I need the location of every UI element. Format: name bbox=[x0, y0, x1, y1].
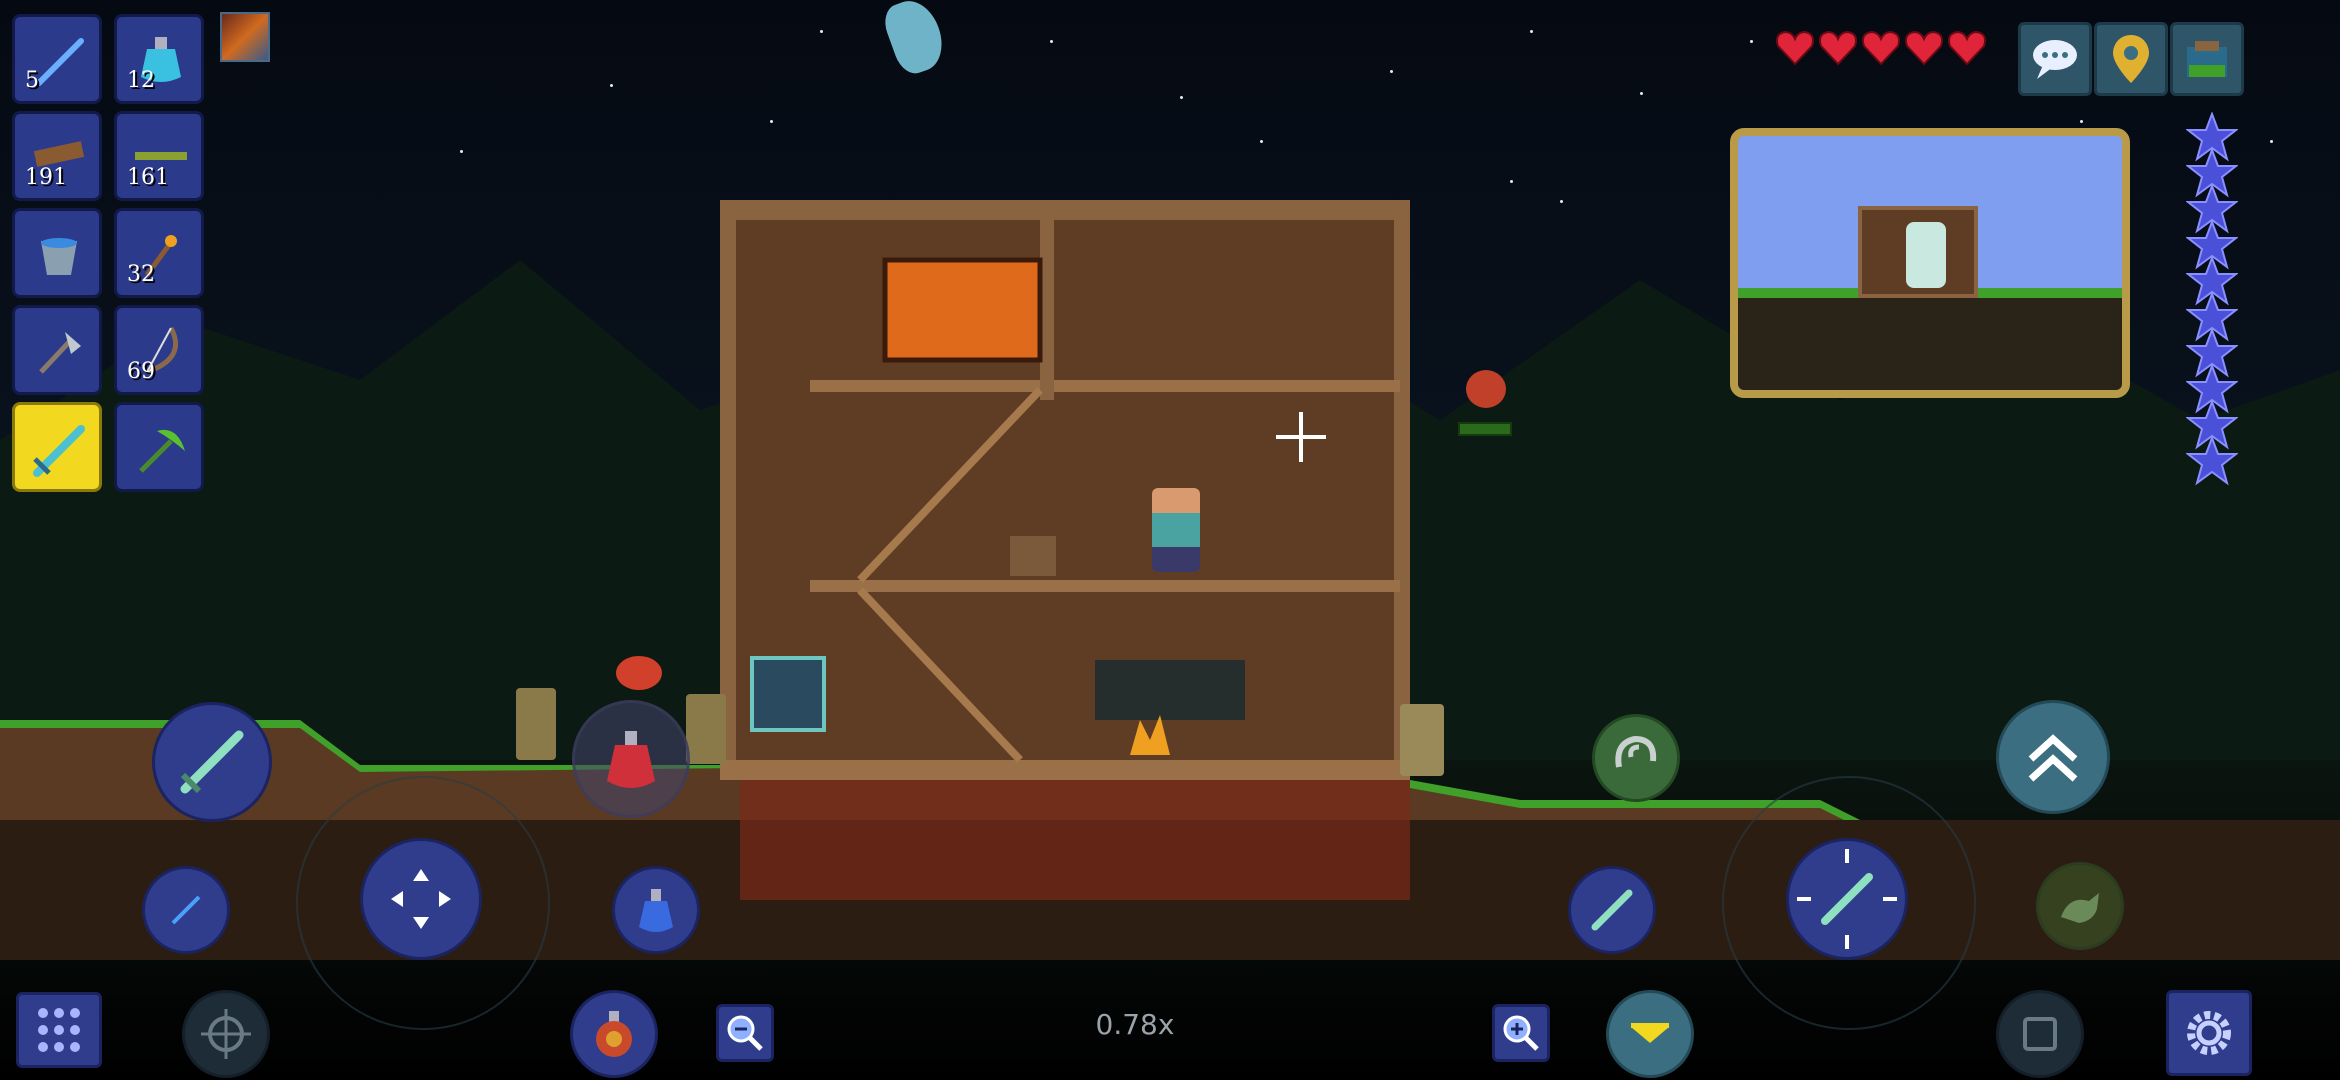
heart-icon bbox=[1903, 28, 1945, 72]
hotbar-slot[interactable] bbox=[114, 402, 204, 492]
grapple-button[interactable] bbox=[1592, 714, 1680, 802]
sword-icon bbox=[180, 730, 244, 794]
copper-axe-icon bbox=[39, 332, 81, 374]
mana-potion-icon bbox=[639, 889, 673, 932]
wand-icon bbox=[171, 895, 201, 925]
chat-icon bbox=[2033, 40, 2077, 79]
heart-icon bbox=[1860, 28, 1902, 72]
item-count: 191 bbox=[25, 165, 67, 190]
star bbox=[2080, 120, 2083, 123]
mount-button[interactable] bbox=[2036, 862, 2124, 950]
grid-icon bbox=[38, 1008, 80, 1052]
star bbox=[460, 150, 463, 153]
hotbar-slot[interactable]: 161 bbox=[114, 111, 204, 201]
map-pin-button[interactable] bbox=[2094, 22, 2168, 96]
chevron-down-icon bbox=[1631, 1023, 1669, 1043]
quick-mana-button[interactable] bbox=[612, 866, 700, 954]
campfire-buff-icon[interactable] bbox=[220, 12, 270, 62]
square-icon bbox=[2023, 1017, 2057, 1051]
settings-button[interactable] bbox=[2166, 990, 2252, 1076]
gear-icon bbox=[2187, 1011, 2231, 1055]
housing-button[interactable] bbox=[2170, 22, 2244, 96]
grappling-hook-icon bbox=[1615, 735, 1657, 768]
dpad-arrows-icon bbox=[391, 869, 451, 929]
item-count: 12 bbox=[127, 68, 155, 93]
star bbox=[1390, 70, 1393, 73]
crosshair-cursor bbox=[1276, 412, 1326, 462]
heart-icon bbox=[1774, 28, 1816, 72]
movement-joystick[interactable] bbox=[360, 838, 482, 960]
zoom-in-icon bbox=[1503, 1015, 1539, 1051]
star bbox=[610, 84, 613, 87]
star bbox=[1050, 40, 1053, 43]
minimap[interactable] bbox=[1730, 128, 2130, 398]
housing-banner[interactable] bbox=[750, 656, 826, 732]
minimap-terrain bbox=[1738, 296, 2122, 390]
quick-heal-button[interactable] bbox=[572, 700, 690, 818]
heart-icon bbox=[1817, 28, 1859, 72]
zoom-in-button[interactable] bbox=[1492, 1004, 1550, 1062]
mount-icon bbox=[2061, 893, 2099, 923]
hotbar-slot[interactable] bbox=[12, 402, 102, 492]
star bbox=[1510, 180, 1513, 183]
star bbox=[2270, 140, 2273, 143]
hotbar-slot[interactable] bbox=[12, 305, 102, 395]
map-pin-icon bbox=[2113, 35, 2149, 83]
star bbox=[1640, 92, 1643, 95]
player-character bbox=[1152, 488, 1200, 572]
zombie-enemy bbox=[686, 694, 726, 764]
hotbar-expand-button[interactable] bbox=[1606, 990, 1694, 1078]
demon-eye-enemy bbox=[1466, 370, 1506, 408]
use-item-button[interactable] bbox=[1568, 866, 1656, 954]
demon-eye-enemy bbox=[616, 656, 662, 690]
jump-button[interactable] bbox=[1996, 700, 2110, 814]
housing-icon bbox=[2187, 41, 2227, 77]
hotbar-slot[interactable]: 32 bbox=[114, 208, 204, 298]
zombie-enemy bbox=[516, 688, 556, 760]
quick-item-button[interactable] bbox=[142, 866, 230, 954]
mana-star-icon bbox=[2185, 435, 2239, 490]
enemy-health-bar bbox=[1458, 422, 1512, 436]
buff-potion-icon bbox=[596, 1011, 632, 1057]
hotbar-slot[interactable]: 12 bbox=[114, 14, 204, 104]
zoom-out-icon bbox=[727, 1015, 763, 1051]
attack-aim-joystick[interactable] bbox=[1786, 838, 1908, 960]
item-count: 32 bbox=[127, 262, 155, 287]
skeleton-enemy bbox=[1400, 704, 1444, 776]
quick-buff-button[interactable] bbox=[570, 990, 658, 1078]
star bbox=[820, 30, 823, 33]
zoom-level: 0.78x bbox=[1095, 1008, 1175, 1041]
hotbar-slot[interactable]: 191 bbox=[12, 111, 102, 201]
hotbar-slot[interactable] bbox=[12, 208, 102, 298]
double-chevron-up-icon bbox=[2028, 734, 2078, 782]
smart-cursor-button[interactable] bbox=[182, 990, 270, 1078]
minimap-player bbox=[1906, 222, 1946, 288]
star bbox=[770, 120, 773, 123]
hotbar-slot[interactable]: 5 bbox=[12, 14, 102, 104]
quick-attack-button[interactable] bbox=[152, 702, 272, 822]
sword-aim-icon bbox=[1797, 849, 1897, 949]
star bbox=[1530, 30, 1533, 33]
star bbox=[1260, 140, 1263, 143]
item-count: 5 bbox=[25, 68, 39, 93]
chat-button[interactable] bbox=[2018, 22, 2092, 96]
terra-blade-icon bbox=[33, 425, 85, 477]
heart-icon bbox=[1946, 28, 1988, 72]
star bbox=[1180, 96, 1183, 99]
target-icon bbox=[201, 1009, 251, 1059]
zoom-out-button[interactable] bbox=[716, 1004, 774, 1062]
item-count: 161 bbox=[127, 165, 169, 190]
healing-potion-icon bbox=[607, 731, 655, 788]
hotbar-slot[interactable]: 69 bbox=[114, 305, 204, 395]
selection-toggle-button[interactable] bbox=[1996, 990, 2084, 1078]
leaf-pickaxe-icon bbox=[139, 429, 185, 473]
sword-icon bbox=[1591, 889, 1633, 931]
bucket-icon bbox=[41, 238, 77, 275]
inventory-button[interactable] bbox=[16, 992, 102, 1068]
star bbox=[1750, 40, 1753, 43]
item-count: 69 bbox=[127, 359, 155, 384]
